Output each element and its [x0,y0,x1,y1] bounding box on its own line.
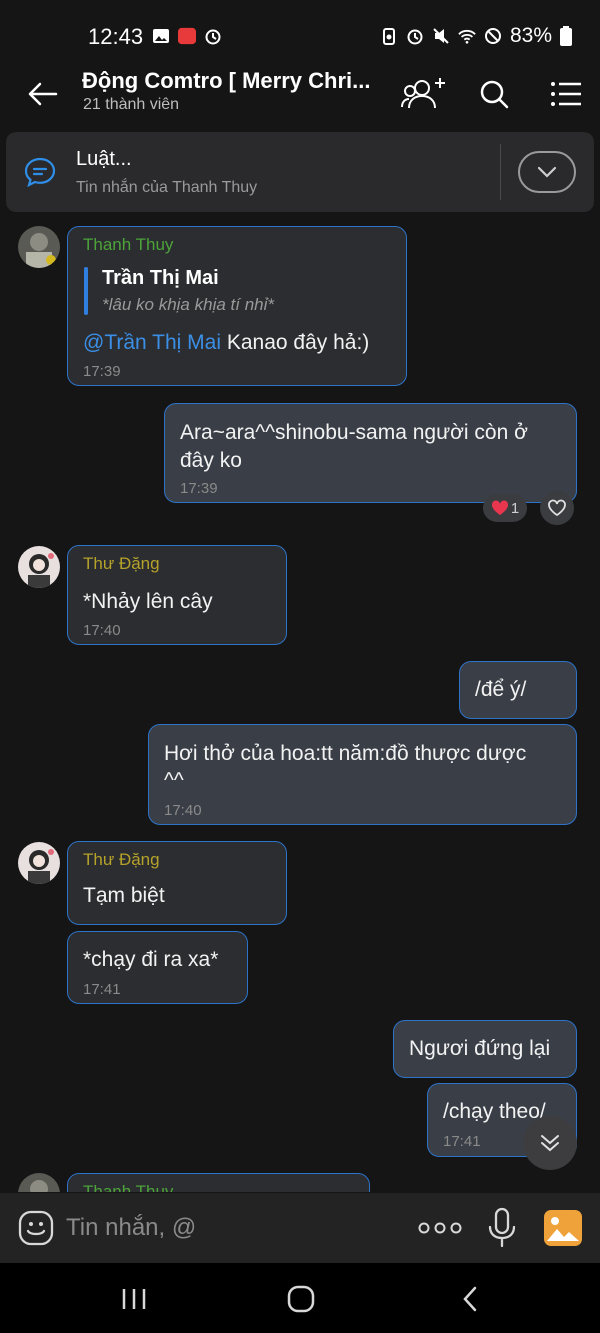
message-text-line1: Ara~ara^^shinobu-sama người còn ở [180,421,528,444]
more-icon [418,1222,462,1234]
message-input[interactable] [66,1209,386,1247]
sender-name[interactable]: Thư Đặng [83,554,160,574]
wifi-icon [458,29,476,44]
add-reaction-button[interactable] [540,491,574,525]
battery-percent: 83% [509,24,552,47]
message-text-line2: đây ko [180,449,242,472]
quote-author[interactable]: Trần Thị Mai [102,267,219,290]
pinned-message-bar[interactable]: Luật... Tin nhắn của Thanh Thuy [6,132,594,212]
message-text-line1: Hơi thở của hoa:tt năm:đồ thược dược [164,742,527,765]
gallery-icon [153,29,169,43]
message-bubble-outgoing[interactable]: /để ý/ [459,661,577,719]
status-bar: 12:43 83% [0,0,600,60]
heart-icon [491,500,508,515]
message-bubble-incoming[interactable]: Thanh Thuy [67,1173,370,1192]
message-text-line2: ^^ [164,769,184,792]
add-member-button[interactable] [400,72,448,116]
message-text: @Trần Thị Mai Kanao đây hả:) [83,331,370,354]
expand-pinned-button[interactable] [518,151,576,193]
reaction-badge[interactable]: 1 [483,494,527,522]
message-bubble-outgoing[interactable]: Ngươi đứng lại [393,1020,577,1078]
message-time: 17:40 [83,622,121,639]
avatar-image [18,226,60,268]
message-input-bar [0,1193,600,1263]
avatar-thanh-thuy[interactable] [18,1173,60,1192]
message-bubble-incoming[interactable]: Thư Đặng Tạm biệt [67,841,287,925]
avatar-thanh-thuy[interactable] [18,226,60,268]
emoji-icon[interactable] [18,1210,54,1246]
sender-name[interactable]: Thanh Thuy [83,1182,173,1192]
message-text: *Nhảy lên cây [83,590,213,613]
message-bubble-incoming[interactable]: Thư Đặng *Nhảy lên cây 17:40 [67,545,287,645]
pinned-subtitle: Tin nhắn của Thanh Thuy [76,179,258,196]
search-button[interactable] [470,72,518,116]
divider [500,144,501,200]
arrow-left-icon[interactable] [22,74,62,114]
chevron-left-icon [463,1286,477,1312]
message-time: 17:39 [83,363,121,380]
avatar-image [18,1173,60,1192]
alarm-icon [205,29,221,45]
double-chevron-down-icon [541,1135,559,1152]
message-text: Ngươi đứng lại [409,1037,551,1060]
message-list[interactable]: Thanh Thuy Trần Thị Mai *lâu ko khịa khị… [0,214,600,1192]
quote-bar [84,267,88,315]
photo-icon[interactable] [543,1209,583,1247]
message-text: /chạy theo/ [443,1100,546,1123]
message-time: 17:41 [83,981,121,998]
home-button[interactable] [281,1283,321,1315]
avatar-thu-dang[interactable] [18,546,60,588]
mention-link[interactable]: @Trần Thị Mai [83,331,221,354]
chat-title[interactable]: Động Comtro [ Merry Chri... [82,68,372,94]
message-bubble-incoming[interactable]: *chạy đi ra xa* 17:41 [67,931,248,1004]
member-count: 21 thành viên [83,96,180,113]
manga-app-icon [178,27,196,45]
message-bubble-outgoing[interactable]: Ara~ara^^shinobu-sama người còn ở đây ko… [164,403,577,503]
sender-name[interactable]: Thư Đặng [83,850,160,870]
message-time: 17:41 [443,1133,481,1150]
recent-apps-icon [122,1289,146,1309]
avatar-thu-dang[interactable] [18,842,60,884]
avatar-image [18,842,60,884]
message-bubble-incoming[interactable]: Thanh Thuy Trần Thị Mai *lâu ko khịa khị… [67,226,407,386]
message-time: 17:39 [180,480,218,497]
chat-header: Động Comtro [ Merry Chri... 21 thành viê… [0,60,600,128]
menu-button[interactable] [542,72,590,116]
message-text: *chạy đi ra xa* [83,948,219,971]
more-options-button[interactable] [418,1215,462,1241]
system-navigation-bar [0,1263,600,1333]
message-text: /để ý/ [475,678,527,701]
quote-text[interactable]: *lâu ko khịa khịa tí nhỉ* [102,295,274,315]
message-bubble-outgoing[interactable]: Hơi thở của hoa:tt năm:đồ thược dược ^^ … [148,724,577,825]
dnd-icon [484,28,501,44]
message-text: Tạm biệt [83,884,165,907]
message-time: 17:40 [164,802,202,819]
add-member-icon [401,78,445,109]
home-icon [287,1285,315,1313]
status-time: 12:43 [88,24,144,49]
menu-icon [551,82,581,106]
battery-saver-icon [382,28,395,45]
mute-icon [433,28,449,44]
heart-outline-icon [548,499,566,517]
pinned-title: Luật... [76,148,132,170]
search-icon [480,80,509,109]
reaction-count: 1 [510,499,520,517]
microphone-icon[interactable] [486,1207,518,1249]
chevron-down-icon [537,166,557,178]
battery-icon [560,26,572,46]
chat-bubble-icon [24,157,56,188]
avatar-image [18,546,60,588]
back-nav-button[interactable] [450,1283,490,1315]
scroll-to-bottom-button[interactable] [523,1116,577,1170]
recent-apps-button[interactable] [114,1283,154,1315]
alarm-icon-2 [407,29,423,45]
sender-name[interactable]: Thanh Thuy [83,235,173,255]
